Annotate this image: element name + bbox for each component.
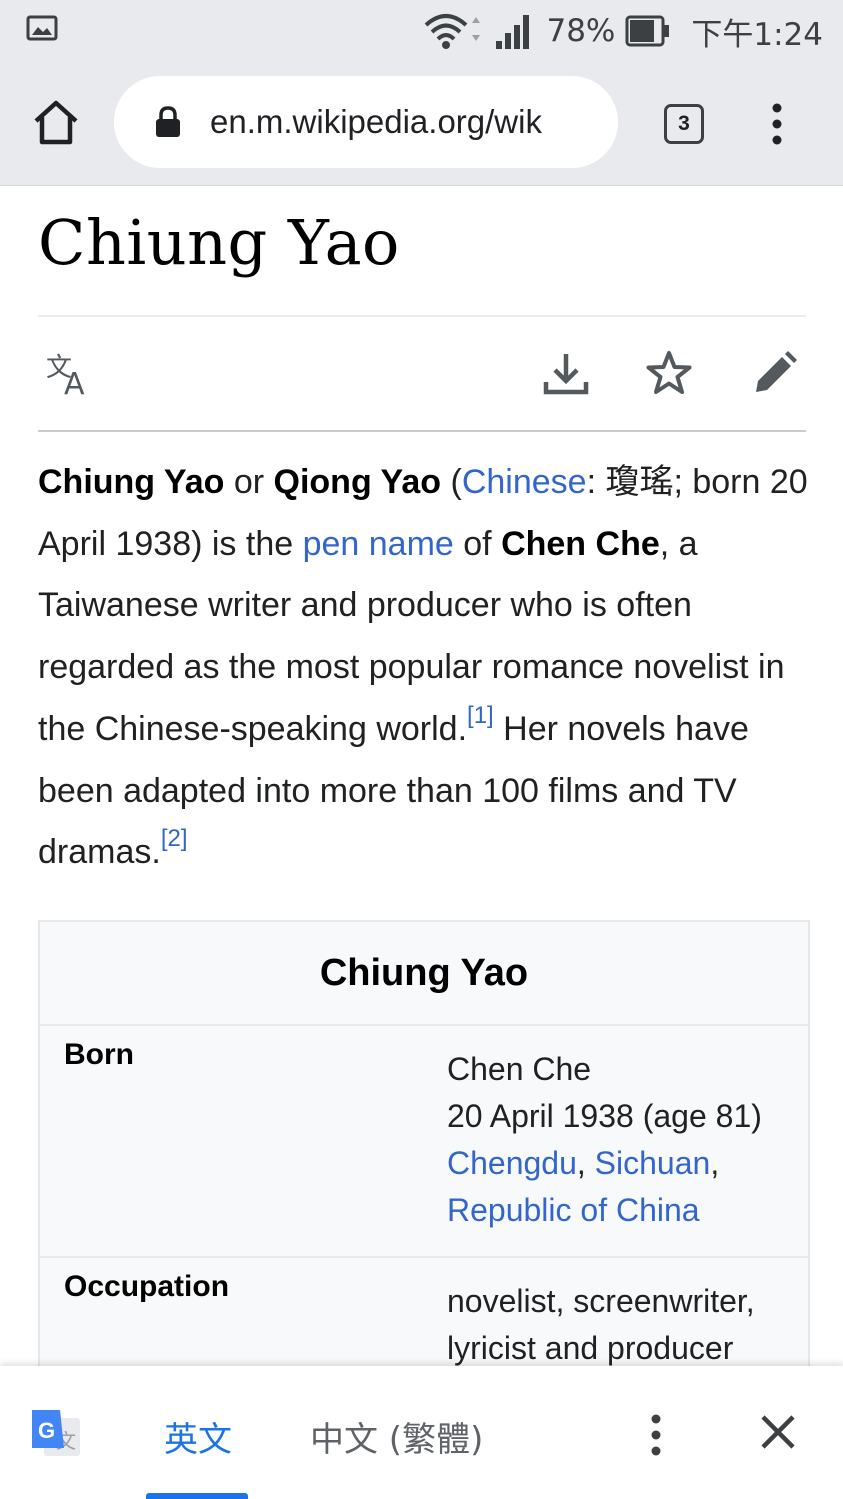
tab-source-language[interactable]: 英文 xyxy=(164,1412,232,1461)
subject-name: Chiung Yao xyxy=(38,463,225,501)
sichuan-link[interactable]: Sichuan xyxy=(595,1145,711,1181)
star-icon[interactable] xyxy=(643,348,695,400)
real-name: Chen Che xyxy=(501,524,660,563)
wifi-icon xyxy=(425,14,481,49)
divider xyxy=(38,430,806,432)
lead-text: ( xyxy=(441,463,462,501)
birth-place: Chengdu, Sichuan, xyxy=(447,1140,808,1187)
battery-percent: 78% xyxy=(546,13,616,49)
occupation-label: Occupation xyxy=(64,1270,230,1303)
active-tab-indicator xyxy=(146,1493,248,1499)
language-icon[interactable]: 文 A xyxy=(44,348,96,400)
more-options-icon[interactable] xyxy=(642,1412,670,1458)
infobox: Chiung Yao Born Chen Che 20 April 1938 (… xyxy=(38,920,810,1380)
lead-text: or xyxy=(224,463,274,501)
lock-icon xyxy=(156,106,180,137)
infobox-title: Chiung Yao xyxy=(40,922,808,1026)
home-icon[interactable] xyxy=(30,96,82,148)
reference-link-2[interactable]: [2] xyxy=(161,825,188,852)
alternate-name: Qiong Yao xyxy=(273,463,442,501)
page-actions: 文 A xyxy=(38,318,806,430)
infobox-row-born: Born Chen Che 20 April 1938 (age 81) Che… xyxy=(40,1026,808,1258)
lead-text: of xyxy=(453,524,502,563)
page-title: Chiung Yao xyxy=(38,206,400,279)
svg-text:A: A xyxy=(64,367,85,400)
pen-name-link[interactable]: pen name xyxy=(303,525,454,563)
close-icon[interactable] xyxy=(758,1412,798,1452)
browser-toolbar: en.m.wikipedia.org/wik 3 xyxy=(0,62,843,186)
status-indicators: 78% 下午1:24 xyxy=(422,8,823,54)
url-text: en.m.wikipedia.org/wik xyxy=(210,103,542,140)
signal-icon xyxy=(496,15,530,49)
google-translate-icon: 文 G xyxy=(32,1410,80,1456)
address-bar[interactable]: en.m.wikipedia.org/wik xyxy=(114,76,618,168)
chinese-link[interactable]: Chinese xyxy=(462,463,587,501)
gallery-icon xyxy=(26,15,58,41)
born-value: Chen Che 20 April 1938 (age 81) Chengdu,… xyxy=(447,1026,808,1256)
reference-link-1[interactable]: [1] xyxy=(467,702,494,729)
status-bar: 78% 下午1:24 xyxy=(0,0,843,62)
menu-dots-icon[interactable] xyxy=(762,100,792,148)
birth-date: 20 April 1938 (age 81) xyxy=(447,1098,762,1134)
clock: 下午1:24 xyxy=(691,16,823,53)
infobox-row-occupation: Occupation novelist, screenwriter, lyric… xyxy=(40,1258,808,1378)
lead-paragraph: Chiung Yao or Qiong Yao (Chinese: 瓊瑤; bo… xyxy=(38,452,808,884)
birth-name: Chen Che xyxy=(447,1051,592,1087)
born-label: Born xyxy=(64,1038,134,1071)
occupation-value: novelist, screenwriter, lyricist and pro… xyxy=(447,1283,755,1366)
separator: , xyxy=(710,1145,720,1181)
download-icon[interactable] xyxy=(540,348,592,400)
republic-of-china-link[interactable]: Republic of China xyxy=(447,1192,700,1228)
translate-bar: 文 G 英文 中文 (繁體) xyxy=(0,1366,843,1499)
svg-text:G: G xyxy=(38,1418,55,1443)
tab-target-language[interactable]: 中文 (繁體) xyxy=(310,1412,483,1461)
edit-icon[interactable] xyxy=(748,348,800,400)
divider xyxy=(38,315,806,317)
tab-switcher-button[interactable]: 3 xyxy=(664,104,704,144)
battery-icon xyxy=(625,15,670,47)
chengdu-link[interactable]: Chengdu xyxy=(447,1145,577,1181)
separator: , xyxy=(576,1145,595,1181)
